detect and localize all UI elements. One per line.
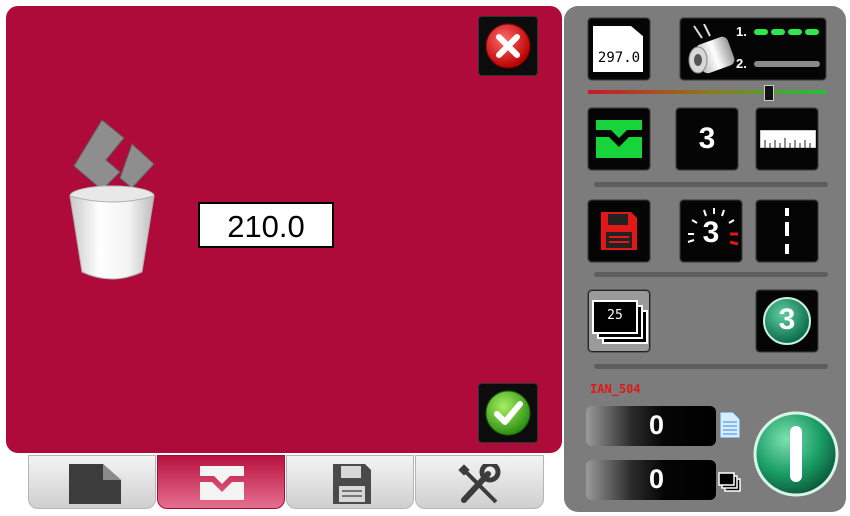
- value-display[interactable]: 210.0: [198, 202, 334, 248]
- dialog-panel: 210.0: [6, 6, 562, 453]
- ruler-button[interactable]: [756, 108, 818, 170]
- tab-save[interactable]: [286, 455, 414, 509]
- level-slider-track[interactable]: [588, 90, 826, 94]
- separator-line-button[interactable]: [756, 200, 818, 262]
- page-length-value: 297.0: [597, 50, 641, 66]
- stack-layer: 25: [592, 300, 638, 334]
- checkmark-icon: [485, 390, 531, 436]
- tools-icon: [458, 464, 501, 504]
- stack-counter: 0: [586, 460, 716, 500]
- ruler-icon: [760, 130, 816, 148]
- floppy-disk-icon: [333, 464, 371, 504]
- separator: [594, 182, 828, 187]
- roller-line-1-label: 1.: [736, 24, 747, 39]
- roller-line-2-bar: [754, 61, 820, 67]
- separator: [594, 364, 828, 369]
- value-text: 210.0: [227, 209, 305, 244]
- trash-delete-icon: [69, 119, 155, 280]
- start-button[interactable]: [752, 410, 840, 498]
- close-button[interactable]: [478, 16, 538, 76]
- counter-badge-button[interactable]: 3: [676, 108, 738, 170]
- separator: [594, 272, 828, 277]
- numbered-value: 3: [778, 303, 796, 336]
- tab-bar: [28, 455, 544, 511]
- dash: [785, 244, 789, 254]
- floppy-disk-red-icon: [601, 212, 637, 250]
- page-icon: [69, 464, 121, 504]
- close-icon: [485, 23, 531, 69]
- job-name: IAN_504: [590, 382, 641, 396]
- dash: [785, 208, 789, 216]
- stack-icon: [718, 472, 741, 492]
- tab-page[interactable]: [28, 455, 156, 509]
- numbered-button[interactable]: 3: [756, 290, 818, 352]
- document-icon: [720, 412, 740, 438]
- offset-button[interactable]: [588, 108, 650, 170]
- stack-button[interactable]: 25: [588, 290, 650, 352]
- count-button[interactable]: 3: [680, 200, 742, 262]
- count-value: 3: [702, 216, 720, 249]
- counter-badge-value: 3: [698, 122, 716, 155]
- roller-icon: [688, 24, 735, 74]
- offset-tray-icon: [596, 120, 642, 158]
- stack-counter-value: 0: [648, 464, 664, 494]
- level-slider-handle[interactable]: [764, 85, 774, 101]
- roller-button[interactable]: 1. 2.: [680, 18, 826, 80]
- power-start-icon: [753, 411, 839, 497]
- roller-line-2-label: 2.: [736, 56, 747, 71]
- confirm-button[interactable]: [478, 383, 538, 443]
- page-counter-value: 0: [648, 410, 664, 440]
- save-button[interactable]: [588, 200, 650, 262]
- roller-line-1-bar: [754, 29, 820, 35]
- offset-tray-icon: [200, 466, 244, 500]
- tab-offset[interactable]: [157, 455, 285, 509]
- tab-tools[interactable]: [415, 455, 544, 509]
- stack-count: 25: [607, 308, 623, 323]
- control-panel: 297.0 1. 2. 3 3 25 3 IAN_504 0 0: [564, 6, 846, 512]
- page-length-button[interactable]: 297.0: [588, 18, 650, 80]
- dash: [785, 222, 789, 236]
- page-counter: 0: [586, 406, 716, 446]
